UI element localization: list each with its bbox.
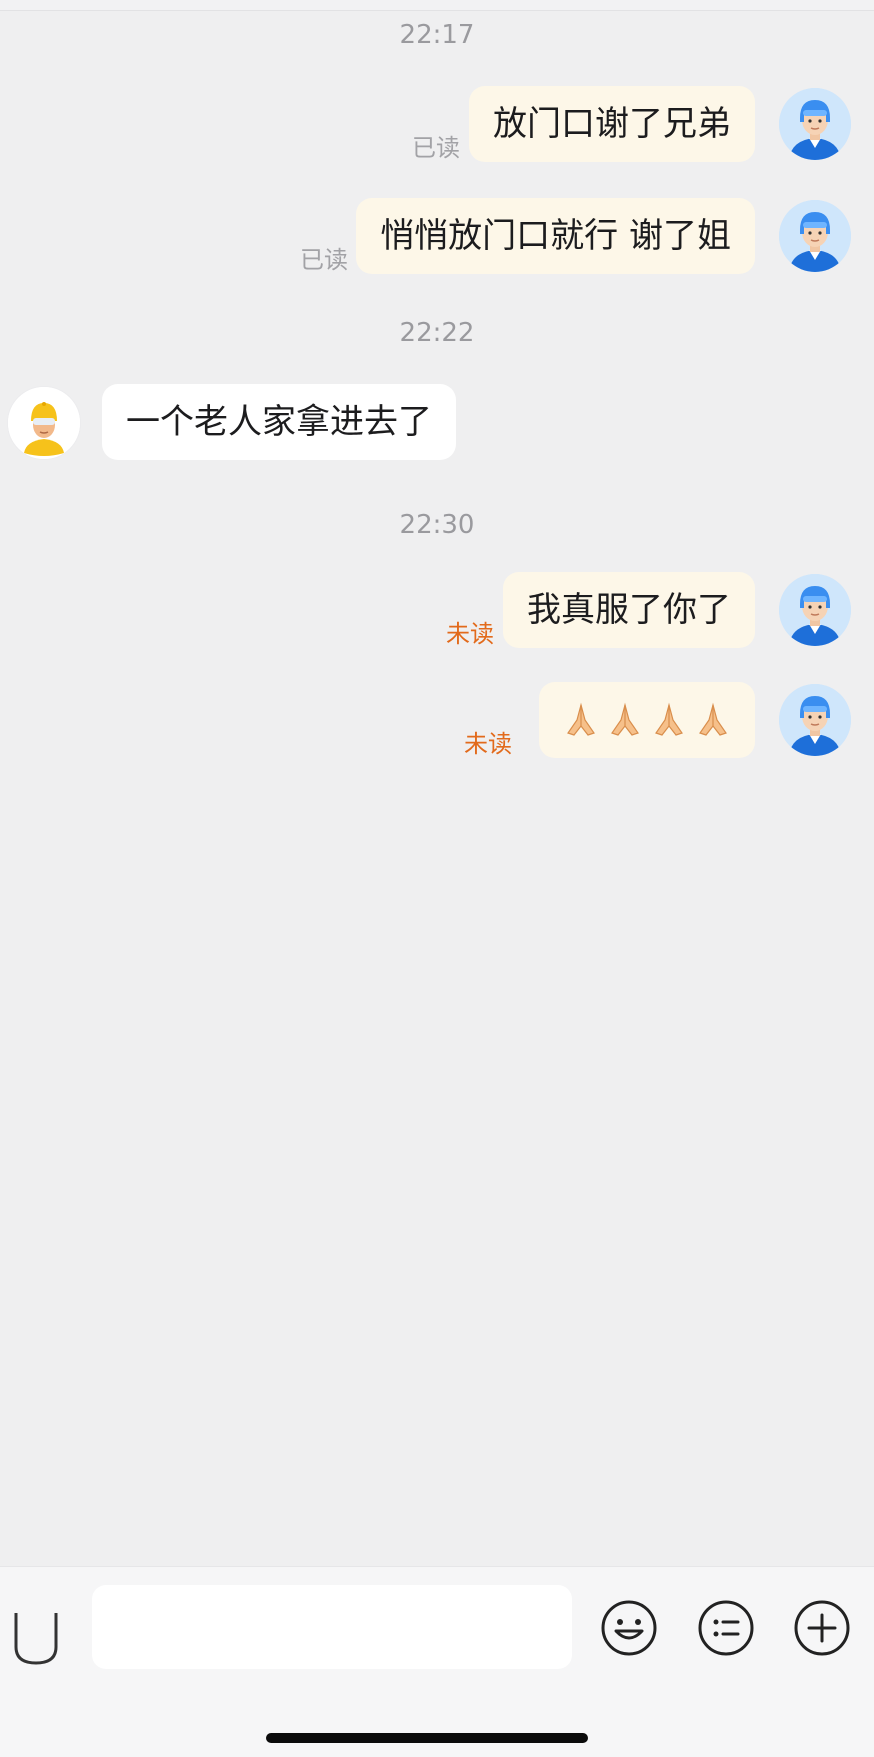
voice-input-button[interactable] xyxy=(10,1603,62,1671)
my-avatar[interactable] xyxy=(779,574,851,646)
quick-reply-button[interactable] xyxy=(697,1599,755,1657)
message-row: 已读 放门口谢了兄弟 xyxy=(0,86,874,166)
more-options-button[interactable] xyxy=(793,1599,851,1657)
voice-icon xyxy=(14,1613,58,1665)
courier-avatar-icon xyxy=(779,88,851,160)
unread-status: 未读 xyxy=(446,620,494,648)
my-avatar[interactable] xyxy=(779,200,851,272)
my-avatar[interactable] xyxy=(779,684,851,756)
message-row: 未读 xyxy=(0,682,874,762)
home-indicator[interactable] xyxy=(266,1733,588,1743)
emoji-group xyxy=(563,682,731,758)
message-row: 一个老人家拿进去了 xyxy=(0,384,874,464)
message-row: 已读 悄悄放门口就行 谢了姐 xyxy=(0,198,874,278)
plus-icon xyxy=(794,1600,850,1656)
read-status: 已读 xyxy=(412,134,460,162)
courier-avatar-icon xyxy=(779,684,851,756)
top-divider xyxy=(0,0,874,11)
input-toolbar xyxy=(0,1566,874,1757)
unread-status: 未读 xyxy=(464,730,512,758)
message-bubble[interactable] xyxy=(539,682,755,758)
message-bubble[interactable]: 放门口谢了兄弟 xyxy=(469,86,755,162)
emoji-button[interactable] xyxy=(600,1599,658,1657)
contact-avatar[interactable] xyxy=(7,386,81,460)
timestamp: 22:17 xyxy=(399,20,475,50)
emoji-icon xyxy=(601,1600,657,1656)
message-bubble[interactable]: 一个老人家拿进去了 xyxy=(102,384,456,460)
message-bubble[interactable]: 我真服了你了 xyxy=(503,572,755,648)
courier-avatar-icon xyxy=(779,200,851,272)
message-input[interactable] xyxy=(92,1585,572,1669)
timestamp: 22:22 xyxy=(399,318,475,348)
folded-hands-icon xyxy=(699,702,727,736)
folded-hands-icon xyxy=(655,702,683,736)
message-bubble[interactable]: 悄悄放门口就行 谢了姐 xyxy=(356,198,755,274)
my-avatar[interactable] xyxy=(779,88,851,160)
read-status: 已读 xyxy=(300,246,348,274)
folded-hands-icon xyxy=(567,702,595,736)
delivery-rider-avatar-icon xyxy=(8,387,80,459)
message-row: 未读 我真服了你了 xyxy=(0,572,874,652)
quick-reply-list-icon xyxy=(698,1600,754,1656)
folded-hands-icon xyxy=(611,702,639,736)
timestamp: 22:30 xyxy=(399,510,475,540)
courier-avatar-icon xyxy=(779,574,851,646)
